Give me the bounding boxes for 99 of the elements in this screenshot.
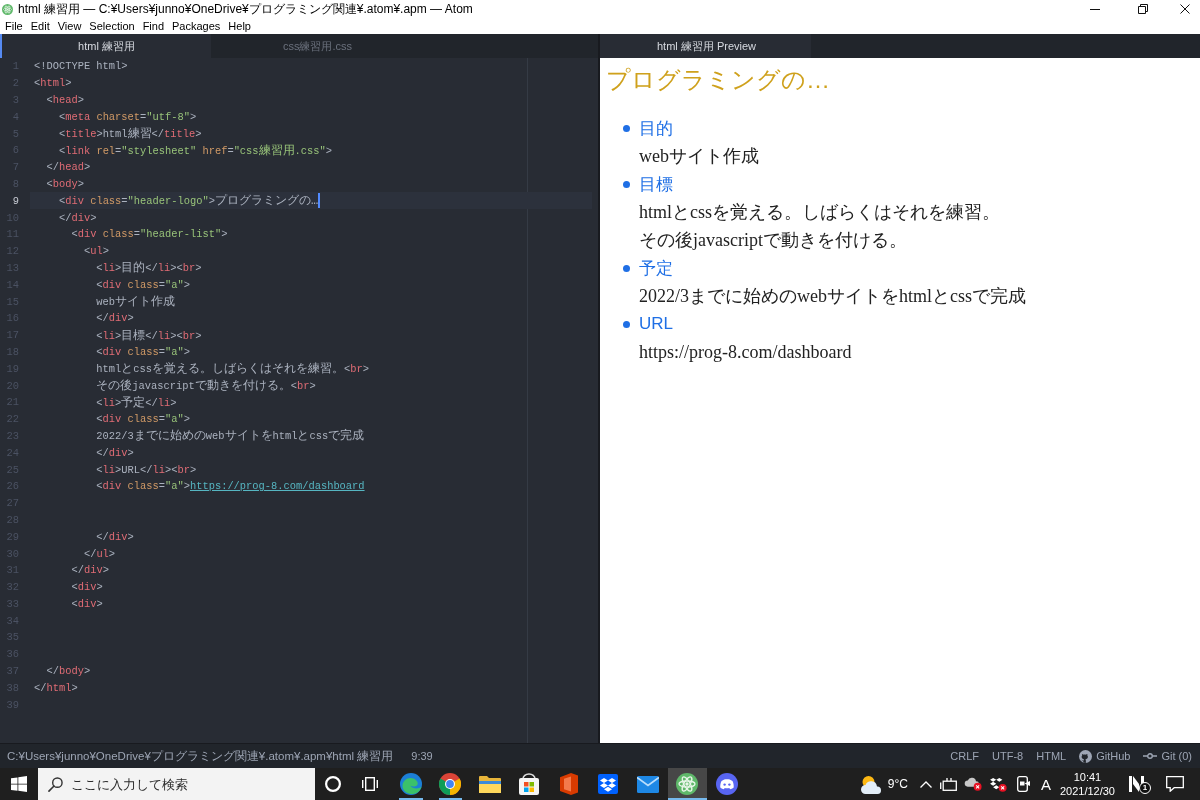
status-bar-item[interactable]: CRLF: [950, 750, 980, 762]
code-line: </html>: [34, 681, 78, 694]
taskbar-button[interactable]: [667, 768, 707, 800]
diamonds-icon: [598, 774, 619, 794]
text-cursor: [318, 193, 321, 209]
search-field[interactable]: ここに入力して検索: [38, 768, 315, 800]
diamonds-error-icon[interactable]: [989, 776, 1008, 792]
code-line: </div>: [96, 530, 134, 543]
code-line: 2022/3までに始めのwebサイトをhtmlとcssで完成: [96, 428, 365, 445]
folder-icon: [478, 775, 501, 793]
battery-icon[interactable]: [939, 777, 957, 791]
line-number: 9: [11, 194, 19, 207]
wheel-icon: [439, 773, 462, 795]
item-text: htmlとcssを覚える。しばらくはそれを練習。: [639, 201, 1000, 224]
status-bar-item[interactable]: HTML: [1036, 750, 1067, 762]
code-line: <body>: [46, 177, 84, 190]
code-line: <ul>: [83, 245, 109, 258]
menu-item[interactable]: View: [56, 19, 83, 33]
menu-item[interactable]: Selection: [88, 19, 136, 33]
item-text: その後javascriptで動きを付ける。: [639, 229, 907, 252]
item-text: 2022/3までに始めのwebサイトをhtmlとcssで完成: [639, 285, 1026, 308]
menu-item[interactable]: Edit: [29, 19, 51, 33]
code-line: <li>予定</li>: [96, 394, 177, 411]
bullet-icon: [623, 264, 630, 272]
code-line: <div>: [71, 581, 103, 594]
bullet-icon: [623, 124, 630, 132]
file-path: C:¥Users¥junno¥OneDrive¥プログラミング関連¥.atom¥.apm¥html 練習用: [7, 747, 394, 765]
code-line: </div>: [71, 564, 109, 577]
status-bar-item[interactable]: Git (0): [1143, 750, 1192, 762]
notification-badge: 1: [1139, 782, 1151, 794]
code-line: </ul>: [83, 547, 116, 560]
list-item-label: 目標: [639, 173, 673, 196]
code-line: <head>: [46, 94, 84, 106]
cursor-position[interactable]: 9:39: [411, 750, 433, 762]
code-line: <div class="a">: [96, 413, 190, 426]
code-line: <div class="a">: [96, 278, 190, 291]
code-line: <html>: [34, 77, 72, 90]
code-line: <div class="header-list">: [71, 228, 228, 241]
code-line: <div>: [71, 597, 103, 610]
task-view-icon[interactable]: [362, 777, 378, 791]
code-line: </div>: [96, 446, 134, 459]
caret-up-icon[interactable]: [919, 780, 932, 788]
cloud-error-icon[interactable]: [964, 777, 983, 791]
code-line: <link rel="stylesheet" href="css練習用.css">: [58, 142, 332, 159]
code-line: <div class="a">: [96, 345, 190, 358]
list-item-label: URL: [639, 314, 673, 334]
close-icon[interactable]: [1180, 4, 1190, 14]
controller-icon: [715, 773, 738, 795]
ring-icon[interactable]: [325, 776, 341, 792]
code-line: <li>目的</li><br>: [96, 260, 202, 277]
search-icon: [48, 777, 63, 792]
menu-item[interactable]: File: [4, 19, 24, 33]
code-line: </head>: [46, 161, 91, 174]
atom-icon: [2, 3, 13, 15]
minimize-icon[interactable]: [1090, 8, 1100, 10]
restore-icon[interactable]: [1138, 4, 1148, 14]
menu-item[interactable]: Help: [227, 19, 252, 33]
menu-item[interactable]: Find: [141, 19, 166, 33]
code-line: <div class="header-logo">プログラミングの…: [58, 193, 319, 210]
code-line: </div>: [58, 211, 97, 224]
code-line: <li>URL</li><br>: [96, 463, 197, 476]
door-icon: [559, 773, 578, 795]
list-item-label: 予定: [639, 257, 673, 280]
four-panes-icon[interactable]: [11, 776, 27, 792]
shopping-bag-icon: [519, 773, 540, 795]
code-line: </div>: [96, 312, 134, 325]
code-line: <meta charset="utf-8">: [58, 110, 197, 123]
window-title: html 練習用 — C:¥Users¥junno¥OneDrive¥プログラミング関連¥.atom¥.apm — Atom: [18, 0, 473, 18]
preview-tab[interactable]: html 練習用 Preview: [600, 34, 811, 58]
notification-icon[interactable]: [1166, 776, 1184, 792]
temperature[interactable]: 9°C: [887, 777, 908, 791]
code-line: <div class="a">https://prog-8.com/dashboard: [96, 480, 365, 493]
swirl-icon: [399, 773, 422, 795]
input-mode-indicator[interactable]: A: [1035, 775, 1056, 793]
bullet-icon: [623, 180, 630, 188]
code-line: <title>html練習</title>: [58, 126, 202, 143]
list-item-label: 目的: [639, 117, 673, 140]
bullet-icon: [623, 320, 630, 328]
page-heading: プログラミングの…: [606, 65, 830, 95]
code-line: htmlとcssを覚える。しばらくはそれを練習。<br>: [96, 361, 369, 378]
clock-button[interactable]: 10:41 2021/12/30: [1055, 770, 1119, 798]
video-call-icon[interactable]: [1016, 776, 1030, 792]
url-link[interactable]: https://prog-8.com/dashboard: [189, 480, 365, 493]
cloud-sun-icon[interactable]: [859, 774, 882, 794]
commit-icon: [1143, 753, 1158, 759]
status-bar-item[interactable]: UTF-8: [992, 750, 1024, 762]
item-text: https://prog-8.com/dashboard: [639, 341, 852, 364]
menu-item[interactable]: Packages: [171, 19, 222, 33]
cat-logo-icon: [1079, 749, 1093, 763]
code-line: その後javascriptで動きを付ける。<br>: [96, 378, 316, 395]
status-bar-item[interactable]: GitHub: [1079, 749, 1131, 763]
item-text: webサイト作成: [639, 145, 759, 168]
code-line: <!DOCTYPE html>: [34, 60, 128, 73]
atom-icon: [676, 773, 699, 795]
code-line: webサイト作成: [96, 294, 176, 311]
editor-tab[interactable]: html 練習用: [0, 34, 211, 58]
envelope-icon: [636, 775, 659, 793]
code-line: </body>: [46, 665, 91, 678]
code-line: <li>目標</li><br>: [96, 327, 202, 344]
